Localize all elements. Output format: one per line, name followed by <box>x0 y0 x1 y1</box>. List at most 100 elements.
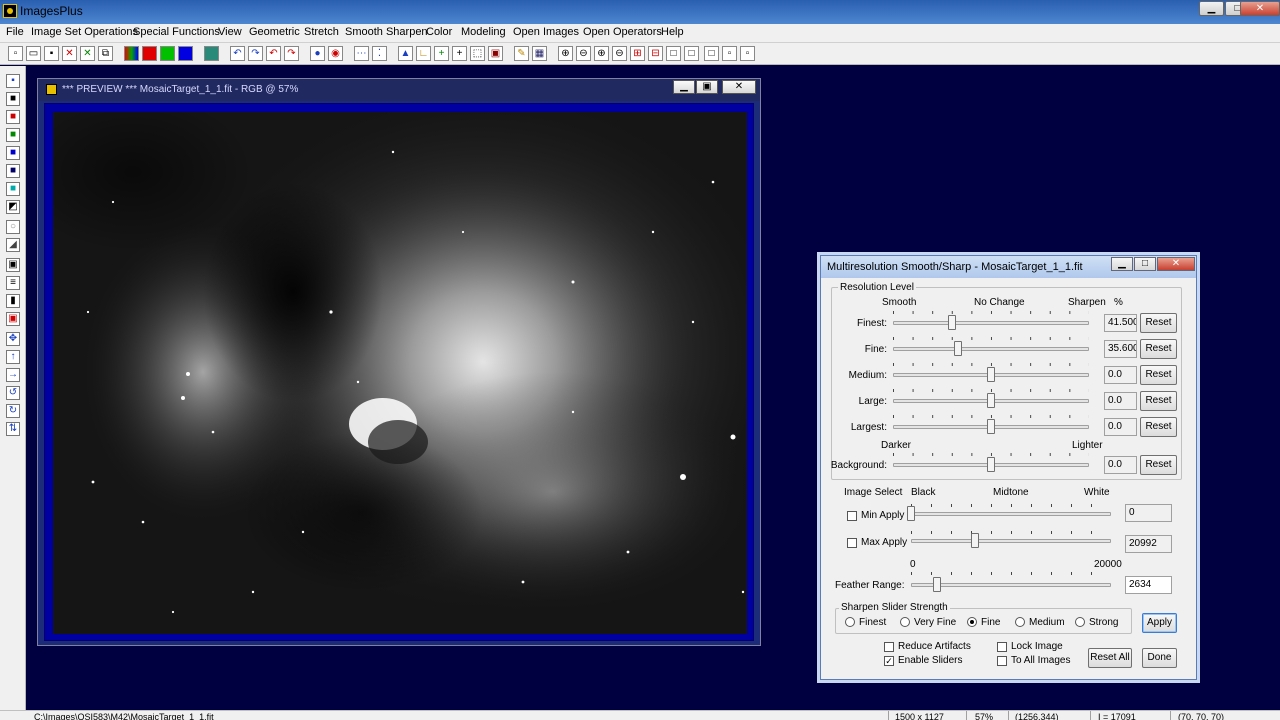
dialog-minimize-button[interactable]: ▁ <box>1111 257 1133 271</box>
menu-view[interactable]: View <box>218 26 242 38</box>
preview-maximize-button[interactable]: ▣ <box>696 80 718 94</box>
menu-color[interactable]: Color <box>426 26 452 38</box>
max-apply-slider[interactable] <box>971 533 979 548</box>
menu-open-images[interactable]: Open Images <box>513 26 579 38</box>
blue-channel-icon[interactable] <box>178 46 193 61</box>
strength-medium-radio[interactable] <box>1015 617 1025 627</box>
menu-geometric[interactable]: Geometric <box>249 26 300 38</box>
grid-icon[interactable] <box>204 46 219 61</box>
square-icon[interactable]: □ <box>704 46 719 61</box>
red-square-icon[interactable]: ■ <box>6 110 20 124</box>
add-icon[interactable]: + <box>434 46 449 61</box>
preview-minimize-button[interactable]: ▁ <box>673 80 695 94</box>
level-reset-button[interactable]: Reset <box>1140 417 1177 437</box>
menu-stretch[interactable]: Stretch <box>304 26 339 38</box>
level-slider[interactable] <box>987 393 995 408</box>
select-icon[interactable]: ⬚ <box>470 46 485 61</box>
open-icon[interactable]: ▭ <box>26 46 41 61</box>
cyan-square-icon[interactable]: ■ <box>6 182 20 196</box>
strength-fine-radio[interactable] <box>967 617 977 627</box>
level-reset-button[interactable]: Reset <box>1140 339 1177 359</box>
flip-icon[interactable]: ⇅ <box>6 422 20 436</box>
arrow-up-icon[interactable]: ↑ <box>6 350 20 364</box>
line-icon[interactable]: ⋯ <box>354 46 369 61</box>
zoom-out-alt-icon[interactable]: ⊖ <box>612 46 627 61</box>
crosshair-icon[interactable]: + <box>452 46 467 61</box>
level-slider[interactable] <box>947 315 956 330</box>
red-channel-icon[interactable] <box>142 46 157 61</box>
apply-button[interactable]: Apply <box>1142 613 1177 633</box>
min-apply-checkbox[interactable] <box>847 511 857 521</box>
rotate-right-icon[interactable]: ↻ <box>6 404 20 418</box>
zoom-red-plus-icon[interactable]: ⊞ <box>630 46 645 61</box>
done-button[interactable]: Done <box>1142 648 1177 668</box>
undo-all-icon[interactable]: ↶ <box>266 46 281 61</box>
channel-icon[interactable]: ■ <box>6 164 20 178</box>
level-reset-button[interactable]: Reset <box>1140 313 1177 333</box>
move-icon[interactable]: ✥ <box>6 332 20 346</box>
redo-all-icon[interactable]: ↷ <box>284 46 299 61</box>
level-slider[interactable] <box>953 341 962 356</box>
max-apply-checkbox[interactable] <box>847 538 857 548</box>
level-slider[interactable] <box>987 419 995 434</box>
strength-very-fine-radio[interactable] <box>900 617 910 627</box>
rotate-left-icon[interactable]: ↺ <box>6 386 20 400</box>
square-small-icon[interactable]: ▫ <box>722 46 737 61</box>
menu-open-operators[interactable]: Open Operators <box>583 26 662 38</box>
menu-image-set-operations[interactable]: Image Set Operations <box>31 26 138 38</box>
level-slider[interactable] <box>987 457 995 472</box>
menu-special-functions[interactable]: Special Functions <box>133 26 220 38</box>
arrow-right-icon[interactable]: → <box>6 368 20 382</box>
zoom-red-minus-icon[interactable]: ⊟ <box>648 46 663 61</box>
copy-icon[interactable]: ⧉ <box>98 46 113 61</box>
reset-all-button[interactable]: Reset All <box>1088 648 1132 668</box>
close-button[interactable]: ✕ <box>1240 1 1280 16</box>
mosaic-icon[interactable]: ▦ <box>532 46 547 61</box>
undo-icon[interactable]: ↶ <box>230 46 245 61</box>
zoom-out-icon[interactable]: ⊖ <box>576 46 591 61</box>
close-x-icon[interactable]: ✕ <box>62 46 77 61</box>
stamp-icon[interactable]: ▣ <box>6 312 20 326</box>
green-channel-icon[interactable] <box>160 46 175 61</box>
enable-sliders-checkbox[interactable]: ✓ <box>884 656 894 666</box>
lock-image-checkbox[interactable] <box>997 642 1007 652</box>
pencil-icon[interactable]: ✎ <box>514 46 529 61</box>
level-reset-button[interactable]: Reset <box>1140 365 1177 385</box>
close-x-green-icon[interactable]: ✕ <box>80 46 95 61</box>
peak-icon[interactable]: ▲ <box>398 46 413 61</box>
frame-icon[interactable]: □ <box>666 46 681 61</box>
strength-strong-radio[interactable] <box>1075 617 1085 627</box>
black-bar-icon[interactable]: ▮ <box>6 294 20 308</box>
circle-icon[interactable]: ○ <box>6 220 20 234</box>
zoom-fit-icon[interactable]: ● <box>310 46 325 61</box>
level-reset-button[interactable]: Reset <box>1140 455 1177 475</box>
green-square-icon[interactable]: ■ <box>6 128 20 142</box>
mask-icon[interactable]: ◩ <box>6 200 20 214</box>
black-square-icon[interactable]: ■ <box>6 92 20 106</box>
target-icon[interactable]: ◉ <box>328 46 343 61</box>
square-tiny-icon[interactable]: ▫ <box>740 46 755 61</box>
redo-icon[interactable]: ↷ <box>248 46 263 61</box>
point-icon[interactable]: ⁚ <box>372 46 387 61</box>
frame-alt-icon[interactable]: □ <box>684 46 699 61</box>
blue-square-icon[interactable]: ■ <box>6 146 20 160</box>
corner-icon[interactable]: ∟ <box>416 46 431 61</box>
rgb-icon[interactable] <box>124 46 139 61</box>
minimize-button[interactable]: ▁ <box>1199 1 1224 16</box>
frame-icon[interactable]: ▣ <box>6 258 20 272</box>
feather-range-value[interactable]: 2634 <box>1125 576 1172 594</box>
level-reset-button[interactable]: Reset <box>1140 391 1177 411</box>
save-icon[interactable]: ▪ <box>44 46 59 61</box>
menu-file[interactable]: File <box>6 26 24 38</box>
zoom-in-alt-icon[interactable]: ⊕ <box>594 46 609 61</box>
menu-smooth-sharpen[interactable]: Smooth Sharpen <box>345 26 428 38</box>
save-icon[interactable]: ▪ <box>6 74 20 88</box>
menu-modeling[interactable]: Modeling <box>461 26 506 38</box>
to-all-images-checkbox[interactable] <box>997 656 1007 666</box>
new-icon[interactable]: ▫ <box>8 46 23 61</box>
nebula-image[interactable] <box>53 112 747 634</box>
feather-range-slider[interactable] <box>933 577 941 592</box>
dialog-maximize-button[interactable]: □ <box>1134 257 1156 271</box>
reduce-artifacts-checkbox[interactable] <box>884 642 894 652</box>
strength-finest-radio[interactable] <box>845 617 855 627</box>
